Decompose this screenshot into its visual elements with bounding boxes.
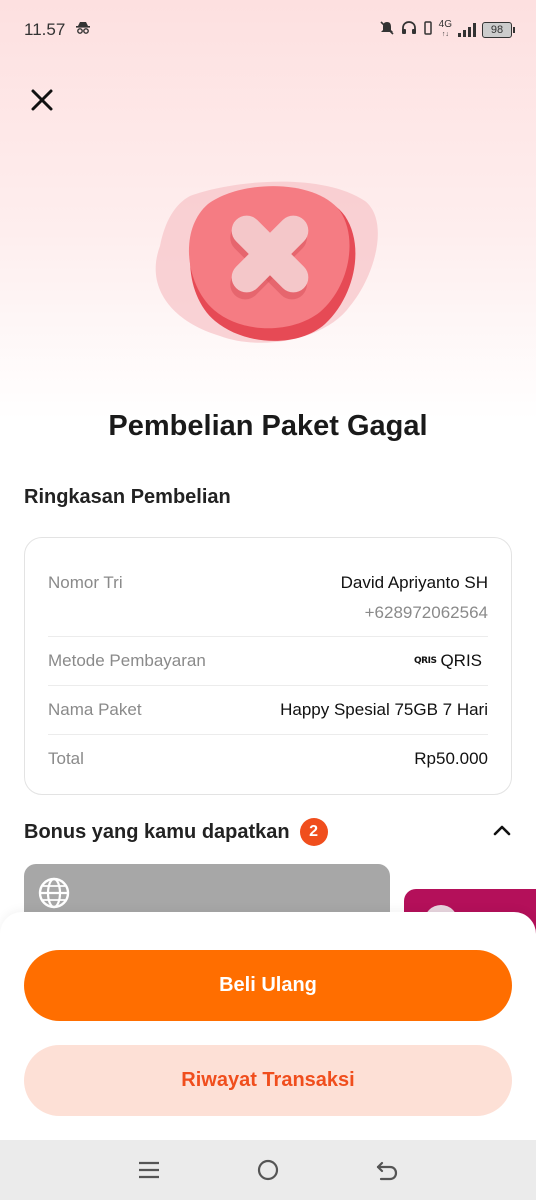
page-title: Pembelian Paket Gagal [108,410,428,442]
signal-icon [458,23,476,37]
system-nav-bar [0,1140,536,1200]
payment-method: QRIS [440,651,482,670]
phone-number: +628972062564 [364,603,488,622]
chevron-up-icon[interactable] [492,823,512,842]
summary-label: Total [48,749,84,768]
status-time: 11.57 [24,20,66,39]
summary-section-title: Ringkasan Pembelian [24,486,231,508]
customer-name: David Apriyanto SH [340,573,488,592]
back-icon [376,1161,397,1181]
globe-icon [37,876,71,915]
buy-again-button[interactable]: Beli Ulang [24,950,512,1021]
incognito-icon [75,20,91,40]
summary-row-package: Nama Paket Happy Spesial 75GB 7 Hari [48,686,488,735]
purchase-summary-card: Nomor Tri David Apriyanto SH +6289720625… [24,537,512,795]
vibrate-icon [423,20,433,41]
package-name: Happy Spesial 75GB 7 Hari [280,700,488,719]
mute-notification-icon [379,20,395,41]
bonus-header[interactable]: Bonus yang kamu dapatkan 2 [24,818,512,846]
summary-label: Metode Pembayaran [48,651,206,670]
menu-nav-button[interactable] [129,1150,169,1190]
network-type: 4G ↑↓ [438,19,452,39]
bonus-title: Bonus yang kamu dapatkan [24,820,290,843]
summary-row-payment: Metode Pembayaran QRIS QRIS [48,637,488,686]
summary-label: Nama Paket [48,700,142,719]
status-bar: 11.57 4G ↑↓ 98 [0,0,536,60]
summary-row-number: Nomor Tri David Apriyanto SH +6289720625… [48,538,488,637]
close-button[interactable] [26,84,58,116]
transaction-history-button[interactable]: Riwayat Transaksi [24,1045,512,1116]
failed-x-icon [150,176,386,356]
battery-icon: 98 [482,22,515,38]
home-icon [257,1159,279,1181]
back-nav-button[interactable] [367,1150,407,1190]
summary-label: Nomor Tri [48,573,123,592]
close-icon [31,89,53,111]
battery-level: 98 [490,24,504,36]
summary-row-total: Total Rp50.000 [48,735,488,794]
home-nav-button[interactable] [248,1150,288,1190]
qris-logo: QRIS [414,656,437,666]
headphone-icon [401,20,417,41]
total-amount: Rp50.000 [414,749,488,768]
bonus-count-badge: 2 [299,818,328,846]
menu-icon [139,1161,160,1179]
